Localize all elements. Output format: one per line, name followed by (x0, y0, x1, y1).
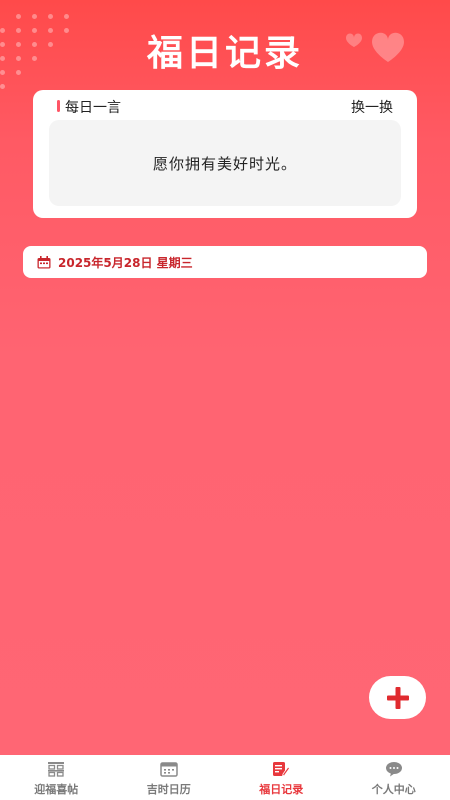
tab-wedding-invitation[interactable]: 迎福喜帖 (0, 755, 113, 800)
double-happiness-icon (48, 762, 65, 777)
chat-bubble-icon (385, 762, 402, 777)
calendar-icon (37, 255, 51, 268)
quote-label: 每日一言 (65, 100, 121, 116)
tab-label: 个人中心 (371, 783, 416, 796)
date-bar: 2025年5月28日 星期三 (23, 246, 427, 278)
quote-card-header: 每日一言 换一换 (33, 97, 417, 119)
quote-text: 愿你拥有美好时光。 (49, 120, 401, 206)
calendar-icon (160, 762, 178, 777)
date-text: 2025年5月28日 星期三 (58, 255, 193, 270)
quote-accent-bar (57, 100, 60, 112)
daily-quote-card: 每日一言 换一换 愿你拥有美好时光。 (33, 90, 417, 218)
add-record-button[interactable] (369, 676, 426, 719)
refresh-quote-button[interactable]: 换一换 (351, 97, 393, 117)
tab-profile[interactable]: 个人中心 (338, 755, 450, 800)
tab-calendar[interactable]: 吉时日历 (113, 755, 226, 800)
plus-icon (386, 686, 409, 709)
tab-label: 吉时日历 (146, 783, 191, 796)
tab-label: 迎福喜帖 (34, 783, 79, 796)
tab-label: 福日记录 (259, 783, 304, 796)
bottom-tab-bar: 迎福喜帖 吉时日历 福日记录 个人中心 (0, 755, 450, 800)
page-title: 福日记录 (146, 33, 303, 74)
tab-records[interactable]: 福日记录 (225, 755, 338, 800)
note-edit-icon (273, 762, 291, 777)
